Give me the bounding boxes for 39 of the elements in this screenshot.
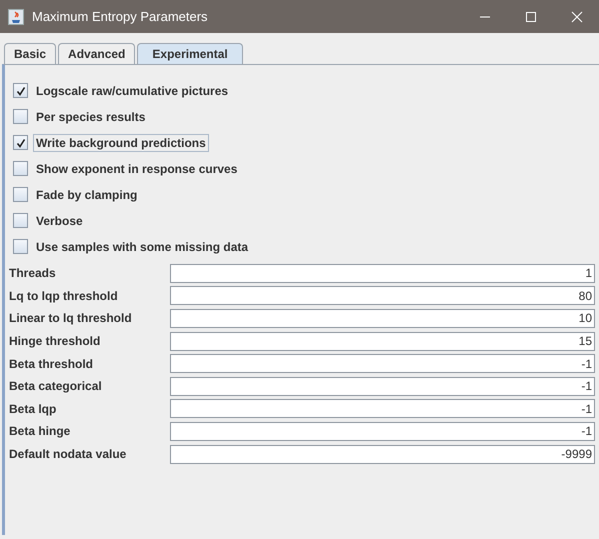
field-label: Beta hinge <box>9 424 72 438</box>
field-label: Linear to lq threshold <box>9 311 133 326</box>
input-field[interactable]: 1 <box>170 264 595 283</box>
input-field[interactable]: 80 <box>170 286 595 306</box>
checkbox-label[interactable]: Logscale raw/cumulative pictures <box>33 82 232 100</box>
checkbox-label[interactable]: Use samples with some missing data <box>33 238 252 256</box>
tab[interactable]: Basic <box>4 43 56 64</box>
field-label: Threads <box>9 266 57 280</box>
checkbox[interactable] <box>13 213 28 228</box>
checkbox[interactable] <box>13 187 28 202</box>
input-field[interactable]: -1 <box>170 399 595 418</box>
checkbox-label[interactable]: Per species results <box>33 108 148 126</box>
maximize-icon[interactable] <box>525 10 537 22</box>
window-title: Maximum Entropy Parameters <box>32 9 208 24</box>
checkbox[interactable] <box>13 239 28 254</box>
input-field[interactable]: -1 <box>170 422 595 441</box>
checkbox-label[interactable]: Write background predictions <box>33 134 209 152</box>
input-field[interactable]: -1 <box>170 376 595 396</box>
field-label: Beta categorical <box>9 379 103 394</box>
input-field[interactable]: 10 <box>170 308 595 328</box>
field-label: Beta threshold <box>9 356 94 371</box>
checkbox[interactable] <box>13 135 28 150</box>
field-label: Lq to lqp threshold <box>9 288 119 303</box>
close-icon[interactable] <box>571 10 583 22</box>
checkbox-label[interactable]: Fade by clamping <box>33 186 140 204</box>
tab[interactable]: Experimental <box>137 43 243 64</box>
app-icon <box>8 8 24 24</box>
checkbox[interactable] <box>13 109 28 124</box>
tab[interactable]: Advanced <box>58 43 136 64</box>
input-field[interactable]: -1 <box>170 354 595 374</box>
checkbox[interactable] <box>13 83 28 98</box>
field-label: Hinge threshold <box>9 334 102 348</box>
checkbox-label[interactable]: Verbose <box>33 212 86 230</box>
checkbox[interactable] <box>13 161 28 176</box>
checkbox-label[interactable]: Show exponent in response curves <box>33 160 240 178</box>
field-label: Beta lqp <box>9 402 58 416</box>
input-field[interactable]: -9999 <box>170 444 595 464</box>
input-field[interactable]: 15 <box>170 332 595 351</box>
field-label: Default nodata value <box>9 447 128 462</box>
